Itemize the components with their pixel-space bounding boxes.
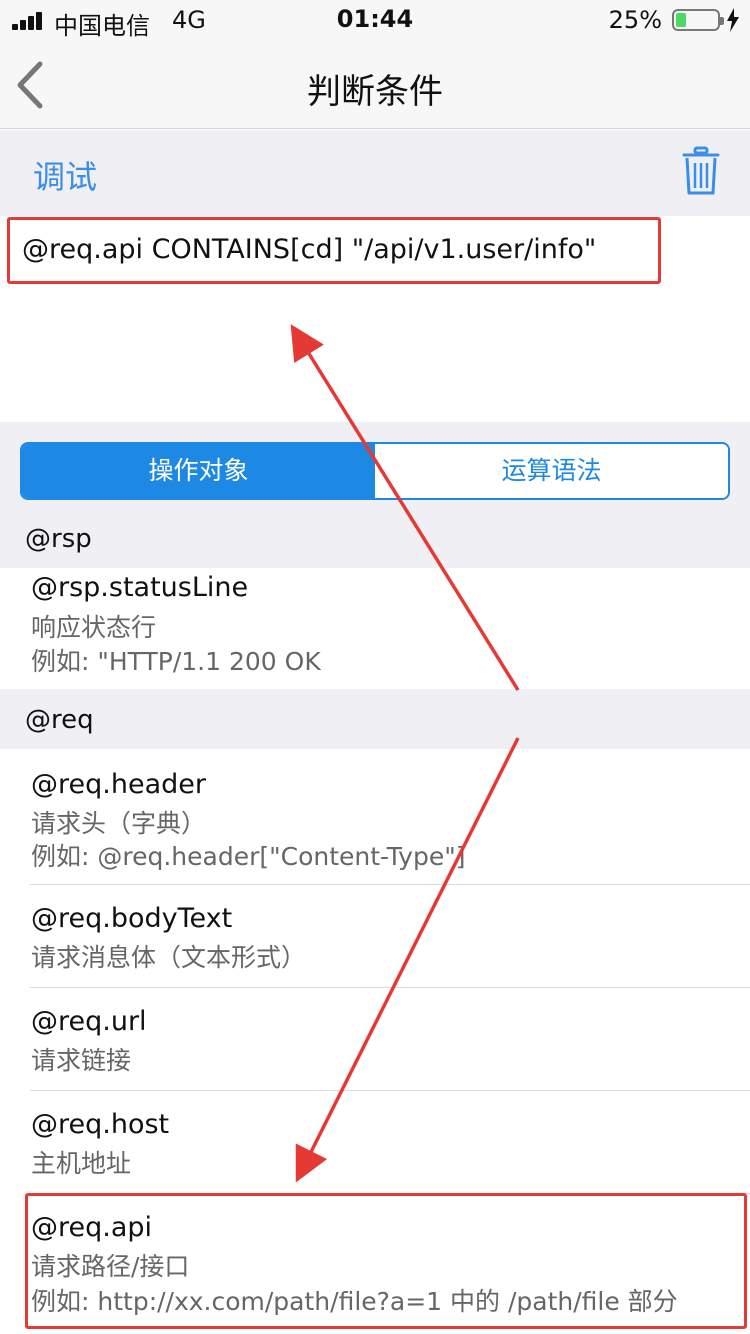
item-description: 请求消息体（文本形式）	[31, 943, 307, 972]
list-item[interactable]: @req.host 主机地址	[0, 1091, 750, 1194]
list-item[interactable]: @req.bodyText 请求消息体（文本形式）	[0, 885, 750, 988]
charging-bolt-icon	[727, 8, 739, 32]
item-title: @req.url	[31, 1006, 147, 1037]
item-description: 请求头（字典）	[31, 809, 207, 838]
action-toolbar: 调试	[0, 130, 750, 216]
page-title: 判断条件	[307, 72, 443, 112]
tab-operand[interactable]: 操作对象	[22, 444, 375, 498]
segment-container: 操作对象 运算语法	[0, 422, 750, 518]
item-example: 例如: @req.header["Content-Type"]	[31, 842, 466, 871]
item-title: @req.host	[31, 1109, 170, 1140]
item-description: 主机地址	[31, 1149, 132, 1178]
list-item[interactable]: @req.header 请求头（字典） 例如: @req.header["Con…	[0, 749, 750, 885]
battery-percent: 25%	[608, 6, 662, 34]
navigation-bar: 判断条件	[0, 40, 750, 129]
status-bar: 中国电信 4G 01:44 25%	[0, 0, 750, 40]
item-description: 响应状态行	[31, 613, 157, 642]
item-title: @req.bodyText	[31, 903, 233, 934]
item-title: @req.header	[31, 769, 206, 800]
section-header-req: @req	[0, 689, 750, 749]
section-header-rsp: @rsp	[0, 518, 750, 568]
debug-button[interactable]: 调试	[33, 152, 97, 198]
list-item[interactable]: @req.url 请求链接	[0, 988, 750, 1091]
annotation-highlight-api-item	[25, 1193, 747, 1329]
battery-icon	[672, 9, 724, 31]
item-title: @rsp.statusLine	[31, 572, 249, 603]
annotation-highlight-expression	[7, 217, 661, 284]
trash-icon[interactable]	[682, 146, 720, 196]
list-item[interactable]: @rsp.statusLine 响应状态行 例如: "HTTP/1.1 200 …	[0, 568, 750, 689]
item-example: 例如: "HTTP/1.1 200 OK	[31, 647, 321, 676]
tab-syntax[interactable]: 运算语法	[375, 444, 728, 498]
segmented-control: 操作对象 运算语法	[20, 442, 730, 500]
item-description: 请求链接	[31, 1046, 132, 1075]
